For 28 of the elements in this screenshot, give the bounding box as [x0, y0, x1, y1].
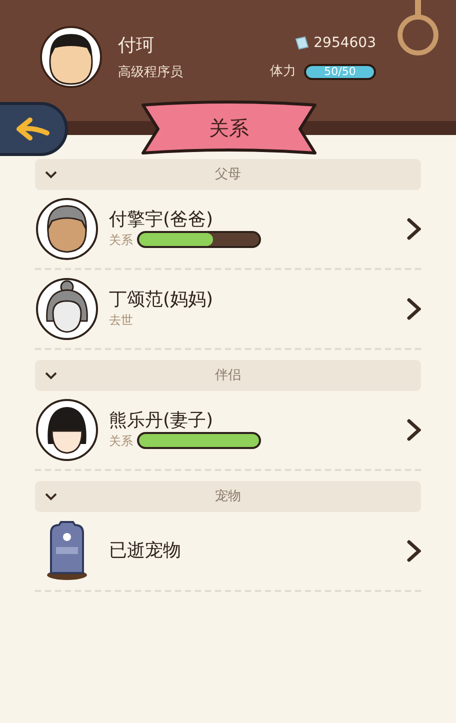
back-button[interactable] — [0, 102, 68, 156]
member-name: 丁颂范(妈妈) — [109, 289, 214, 311]
avatar — [35, 277, 99, 341]
stamina-value: 50/50 — [323, 66, 357, 78]
chevron-right-icon — [407, 218, 421, 240]
member-row[interactable]: 已逝宠物 — [35, 512, 421, 592]
player-name: 付珂 — [118, 34, 155, 58]
member-row[interactable]: 熊乐丹(妻子) 关系 — [35, 391, 421, 471]
member-status: 关系 — [109, 232, 133, 249]
member-row[interactable]: 丁颂范(妈妈) 去世 — [35, 270, 421, 350]
chevron-right-icon — [407, 540, 421, 562]
player-title: 高级程序员 — [118, 64, 183, 82]
chevron-right-icon — [407, 419, 421, 441]
back-arrow-icon — [16, 117, 50, 141]
member-name: 付擎宇(爸爸) — [109, 209, 214, 231]
member-name: 已逝宠物 — [109, 540, 181, 562]
member-status: 去世 — [109, 312, 133, 329]
member-name: 熊乐丹(妻子) — [109, 410, 214, 432]
money-amount: 2954603 — [314, 34, 376, 53]
avatar — [35, 398, 99, 462]
avatar — [35, 197, 99, 261]
chevron-right-icon — [407, 298, 421, 320]
member-row[interactable]: 付擎宇(爸爸) 关系 — [35, 190, 421, 270]
member-status: 关系 — [109, 432, 133, 450]
page-title: 关系 — [208, 115, 250, 142]
money-icon — [294, 35, 310, 52]
stamina-label: 体力 — [270, 62, 296, 81]
hanging-ring-icon — [396, 0, 440, 56]
